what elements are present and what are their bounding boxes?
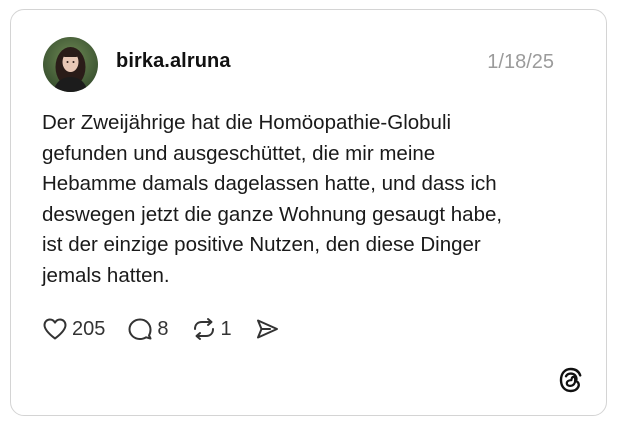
post-date: 1/18/25 xyxy=(487,51,554,73)
repost-icon xyxy=(191,317,217,341)
repost-button[interactable]: 1 xyxy=(191,317,232,341)
share-button[interactable] xyxy=(254,317,280,341)
reply-count: 8 xyxy=(157,317,169,340)
avatar[interactable] xyxy=(43,37,98,92)
like-count: 205 xyxy=(72,317,106,340)
like-button[interactable]: 205 xyxy=(42,317,105,341)
comment-icon xyxy=(127,317,153,341)
heart-icon xyxy=(42,317,68,341)
share-icon xyxy=(254,317,280,341)
post-text: Der Zweijährige hat die Homöopathie-Glob… xyxy=(42,111,503,287)
repost-count: 1 xyxy=(220,317,232,340)
reply-button[interactable]: 8 xyxy=(127,317,169,341)
action-bar: 205 8 1 xyxy=(42,315,302,343)
username[interactable]: birka.alruna xyxy=(116,50,231,73)
post-card: birka.alruna 1/18/25 Der Zweijährige hat… xyxy=(10,9,607,416)
threads-logo-icon xyxy=(558,367,584,393)
